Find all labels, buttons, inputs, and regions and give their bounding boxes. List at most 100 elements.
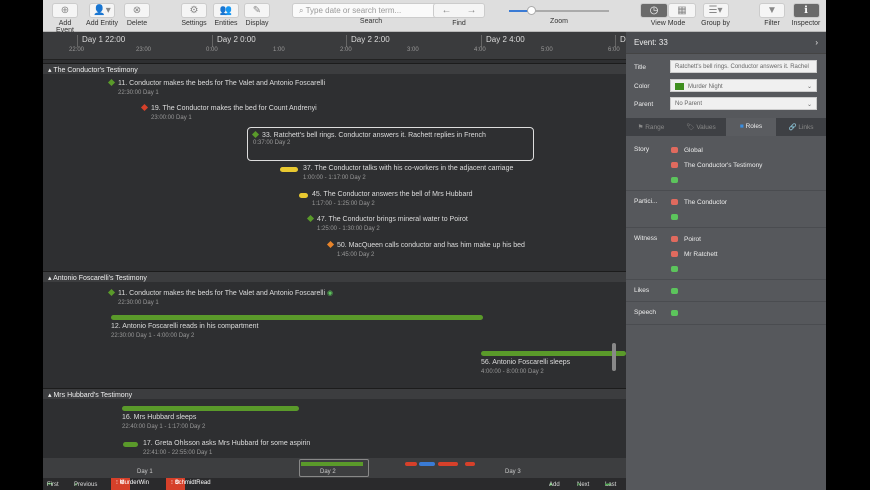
event[interactable]: 17. Greta Ohlsson asks Mrs Hubbard for s… — [143, 440, 310, 456]
add-entity-button[interactable]: 👤▾ Add Entity — [86, 3, 118, 27]
event-title: 37. The Conductor talks with his co-work… — [303, 165, 514, 172]
selected-event[interactable]: 33. Ratchett's bell rings. Conductor ans… — [247, 127, 534, 161]
ruler-hour: 5:00 — [541, 47, 553, 53]
ruler-hour: 1:00 — [273, 47, 285, 53]
roles-icon: ■ — [739, 123, 744, 130]
arrow-left-icon[interactable]: ← — [442, 5, 452, 16]
search-control: ⌕ Type date or search term... Search — [292, 3, 450, 25]
minimap-day: Day 3 — [505, 469, 521, 475]
event[interactable]: 16. Mrs Hubbard sleeps 22:40:00 Day 1 - 1… — [122, 414, 205, 430]
group-title: The Conductor's Testimony — [53, 67, 138, 74]
ruler-day: D — [615, 35, 626, 47]
remove-icon[interactable] — [671, 236, 678, 243]
view-mode-control: ◷ ▦ View Mode — [640, 3, 696, 27]
diamond-icon — [326, 240, 335, 249]
add-icon[interactable] — [671, 177, 678, 184]
add-icon[interactable] — [671, 310, 678, 317]
ruler-hour: 0:00 — [206, 47, 218, 53]
minimap-events — [465, 462, 475, 466]
add-icon[interactable] — [671, 288, 678, 295]
minimap-day: Day 2 — [320, 469, 336, 475]
ruler-day: Day 1 22:00 — [77, 35, 125, 47]
group-title: Mrs Hubbard's Testimony — [53, 392, 133, 399]
role-item-label: The Conductor's Testimony — [684, 162, 763, 169]
arrow-right-icon[interactable]: → — [467, 5, 477, 16]
add-icon[interactable] — [671, 214, 678, 221]
inspector-button[interactable]: ℹ Inspector — [790, 3, 822, 27]
title-field[interactable]: Ratchett's bell rings. Conductor answers… — [670, 60, 817, 73]
zoom-label: Zoom — [550, 18, 568, 25]
event[interactable]: 19. The Conductor makes the bed for Coun… — [140, 103, 317, 121]
event[interactable]: 47. The Conductor brings mineral water t… — [306, 214, 468, 232]
event-bar[interactable] — [122, 406, 299, 411]
add-event-button[interactable]: ⊕ Add Event — [49, 3, 81, 34]
remove-icon[interactable] — [671, 162, 678, 169]
event[interactable]: 56. Antonio Foscarelli sleeps 4:00:00 - 8… — [481, 359, 570, 375]
minimap-events — [301, 462, 363, 466]
event[interactable]: 11. Conductor makes the beds for The Val… — [107, 78, 325, 96]
add-person-icon: 👤▾ — [89, 3, 115, 18]
remove-icon[interactable] — [671, 199, 678, 206]
add-icon[interactable] — [671, 266, 678, 273]
tab-values[interactable]: 🏷 Values — [676, 118, 726, 136]
event[interactable]: 37. The Conductor talks with his co-work… — [303, 165, 513, 181]
event[interactable]: 50. MacQueen calls conductor and has him… — [326, 240, 525, 258]
event-bar[interactable] — [123, 442, 138, 447]
event-bar[interactable] — [280, 167, 298, 172]
settings-button[interactable]: ⚙ Settings — [179, 3, 209, 27]
minimap[interactable]: Day 1 Day 2 Day 3 — [43, 458, 626, 478]
next-icon: » — [577, 482, 581, 488]
ruler-hour: 22:00 — [69, 47, 85, 53]
parent-select[interactable]: No Parent ⌄ — [670, 97, 817, 110]
delete-button[interactable]: ⊗ Delete — [123, 3, 151, 27]
event[interactable]: 11. Conductor makes the beds for The Val… — [107, 288, 333, 306]
last-icon: ⏭ — [605, 482, 611, 488]
chip-label: SchmidtRead — [174, 480, 211, 486]
tab-roles[interactable]: ■ Roles — [726, 118, 776, 136]
find-control: ← → Find — [433, 3, 485, 27]
event[interactable]: 45. The Conductor answers the bell of Mr… — [312, 191, 473, 207]
group-header[interactable]: ▴ The Conductor's Testimony — [43, 63, 626, 74]
ruler-hour: 6:00 — [608, 47, 620, 53]
color-swatch — [675, 83, 684, 90]
diamond-icon — [107, 78, 116, 87]
remove-icon[interactable] — [671, 147, 678, 154]
parent-label: Parent — [634, 101, 654, 108]
tab-label: Links — [798, 124, 814, 131]
event-bar[interactable] — [481, 351, 626, 356]
group-header[interactable]: ▴ Antonio Foscarelli's Testimony — [43, 271, 626, 282]
event[interactable]: 12. Antonio Foscarelli reads in his comp… — [111, 323, 258, 339]
event-bar[interactable] — [299, 193, 308, 198]
bookmark-chip[interactable]: ⁝ SchmidtRead ⚙ — [166, 478, 211, 490]
tab-links[interactable]: 🔗 Links — [776, 118, 826, 136]
chevron-right-icon[interactable]: › — [815, 38, 818, 47]
clock-icon[interactable]: ◷ — [640, 3, 668, 18]
chevron-down-icon: ⌄ — [806, 84, 812, 90]
event-title: 33. Ratchett's bell rings. Conductor ans… — [262, 132, 486, 139]
role-item: The Conductor — [671, 199, 727, 206]
zoom-control: Zoom — [509, 3, 609, 25]
event-bar[interactable] — [111, 315, 483, 320]
remove-icon[interactable] — [671, 251, 678, 258]
bookmark-chip[interactable]: ⁝ MurderWin ⚙ — [111, 478, 149, 490]
tab-range[interactable]: ⚑ Range — [626, 118, 676, 136]
role-item: Poirot — [671, 236, 701, 243]
event-title: 19. The Conductor makes the bed for Coun… — [151, 105, 317, 112]
grid-icon[interactable]: ▦ — [668, 3, 696, 18]
group-header[interactable]: ▴ Mrs Hubbard's Testimony — [43, 388, 626, 399]
event-title: 50. MacQueen calls conductor and has him… — [337, 242, 525, 249]
zoom-slider-handle[interactable] — [527, 6, 536, 15]
parent-value: No Parent — [675, 101, 703, 107]
filter-button[interactable]: ▼ Filter — [759, 3, 785, 27]
event-title: 12. Antonio Foscarelli reads in his comp… — [111, 323, 259, 330]
entities-button[interactable]: 👥 Entities — [212, 3, 240, 27]
color-select[interactable]: Murder Night ⌄ — [670, 79, 817, 92]
scrollbar[interactable] — [612, 343, 616, 371]
zoom-slider[interactable] — [509, 3, 609, 18]
event-title: 16. Mrs Hubbard sleeps — [122, 414, 197, 421]
event-time: 22:41:00 - 22:55:00 Day 1 — [143, 450, 213, 456]
group-by-button[interactable]: ☰▾ Group by — [698, 3, 733, 27]
display-button[interactable]: ✎ Display — [243, 3, 271, 27]
ruler-day: Day 2 0:00 — [212, 35, 256, 47]
search-input[interactable]: ⌕ Type date or search term... — [292, 3, 448, 18]
